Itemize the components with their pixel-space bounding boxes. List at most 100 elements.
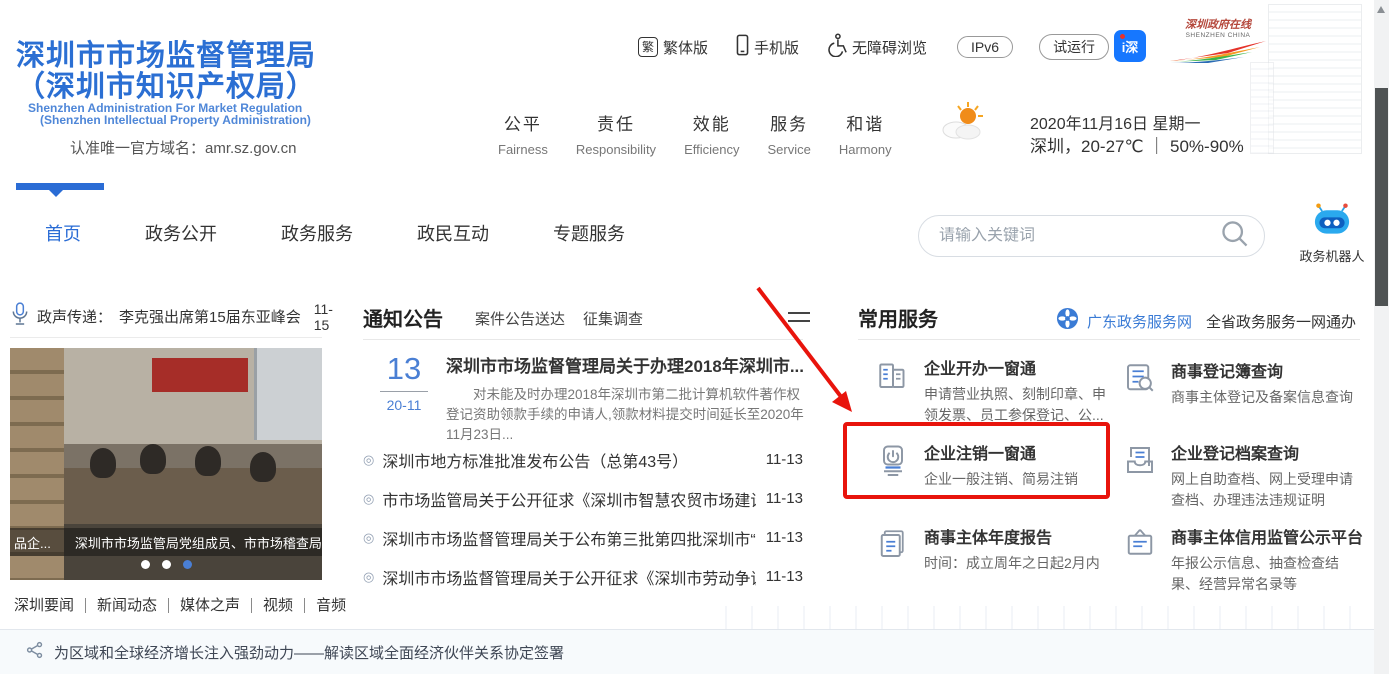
building-icon [875,357,911,393]
photo-decor [90,448,116,478]
flower-icon [1056,307,1079,335]
app-icon-dot [1120,34,1125,39]
notice-list: ◎ 深圳市地方标准批准发布公告（总第43号） 11-13 ◎ 市市场监管局关于公… [363,440,803,596]
app-icon-text: i深 [1122,37,1139,56]
carousel-image[interactable]: 品企... 深圳市市场监管局党组成员、市市场稽查局局 [10,348,322,580]
building-sketch-decor [1268,4,1362,154]
link-video[interactable]: 视频 [252,598,305,613]
value-responsibility: 责任Responsibility [576,110,656,157]
bullet-icon: ◎ [363,452,374,468]
notice-title: 深圳市市场监督管理局关于公开征求《深圳市劳动争议调... [382,565,755,589]
portal-name[interactable]: 广东政务服务网 [1087,311,1192,332]
photo-decor [140,444,166,474]
portal-note: 全省政务服务一网通办 [1206,311,1356,332]
power-icon [875,442,911,478]
site-logo-title2: （深圳市知识产权局） [16,63,316,105]
main-nav: 首页 政务公开 政务服务 政民互动 专题服务 [45,220,625,246]
official-domain-note: 认准唯一官方域名：amr.sz.gov.cn [70,137,296,158]
scrollbar-up-arrow[interactable] [1377,6,1385,13]
bullet-icon: ◎ [363,491,374,507]
voice-headline[interactable]: 李克强出席第15届东亚峰会 [119,306,301,327]
service-desc: 时间：成立周年之日起2月内 [924,553,1110,574]
link-news-updates[interactable]: 新闻动态 [86,598,169,613]
notice-row[interactable]: ◎ 市市场监管局关于公开征求《深圳市智慧农贸市场建设管... 11-13 [363,479,803,518]
traditional-label: 繁体版 [663,37,708,58]
page: 深圳市市场监督管理局 （深圳市知识产权局） Shenzhen Administr… [0,0,1389,674]
shenzhen-china-logo-text: 深圳政府在线 [1168,16,1268,32]
service-name: 企业注销一窗通 [924,440,1110,464]
accessibility-link[interactable]: 无障碍浏览 [827,33,927,61]
value-harmony: 和谐Harmony [839,110,892,157]
featured-month: 20-11 [378,397,430,413]
shenzhen-china-logo-sub: SHENZHEN CHINA [1168,32,1268,39]
weather-info: 深圳，20-27℃ ｜ 50%-90% [1030,132,1244,157]
ledger-search-icon [1122,360,1158,396]
carousel-caption-prev[interactable]: 品企... [14,533,51,552]
featured-notice-date: 13 20-11 [378,352,430,445]
gov-robot-button[interactable]: 政务机器人 [1296,203,1368,265]
link-media-voice[interactable]: 媒体之声 [169,598,252,613]
carousel-caption[interactable]: 深圳市市场监管局党组成员、市市场稽查局局 [75,533,322,552]
i-shenzhen-app-icon[interactable]: i深 [1114,30,1146,62]
service-item-annual-report[interactable]: 商事主体年度报告 时间：成立周年之日起2月内 [875,524,1110,574]
phone-icon [736,34,749,60]
notice-row[interactable]: ◎ 深圳市市场监督管理局关于公布第三批第四批深圳市“放... 11-13 [363,518,803,557]
service-item-business-opening[interactable]: 企业开办一窗通 申请营业执照、刻制印章、申领发票、员工参保登记、公... [875,355,1110,426]
nav-item-gov-services[interactable]: 政务服务 [281,220,353,246]
link-shenzhen-news[interactable]: 深圳要闻 [12,598,86,613]
service-name: 商事主体信用监管公示平台 [1171,524,1363,548]
notice-row[interactable]: ◎ 深圳市市场监督管理局关于公开征求《深圳市劳动争议调... 11-13 [363,557,803,596]
trial-run-badge[interactable]: 试运行 [1039,34,1109,60]
notice-row[interactable]: ◎ 深圳市地方标准批准发布公告（总第43号） 11-13 [363,440,803,479]
accessibility-label: 无障碍浏览 [852,37,927,58]
share-icon [26,641,44,664]
site-logo-en2: (Shenzhen Intellectual Property Administ… [40,113,311,127]
building-sketch-decor [1250,62,1274,154]
ticker-text[interactable]: 为区域和全球经济增长注入强劲动力——解读区域全面经济伙伴关系协定签署 [54,642,564,663]
service-name: 商事主体年度报告 [924,524,1110,548]
value-efficiency: 效能Efficiency [684,110,739,157]
service-desc: 企业一般注销、简易注销 [924,469,1110,490]
service-item-registry-search[interactable]: 商事登记簿查询 商事主体登记及备案信息查询 [1122,358,1357,408]
services-section-title: 常用服务 [858,303,938,332]
notice-title: 深圳市市场监督管理局关于公布第三批第四批深圳市“放... [382,526,755,550]
ipv6-badge[interactable]: IPv6 [957,36,1013,58]
divider [858,339,1360,340]
scrollbar-thumb[interactable] [1375,88,1388,306]
nav-item-gov-info[interactable]: 政务公开 [145,220,217,246]
search-input[interactable] [939,227,1220,245]
carousel-dot-2[interactable] [162,560,171,569]
service-item-archive-search[interactable]: 企业登记档案查询 网上自助查档、网上受理申请查档、办理违法违规证明 [1122,440,1357,511]
active-tab-indicator [16,183,104,190]
mobile-version-link[interactable]: 手机版 [736,34,799,60]
robot-icon [1310,226,1354,243]
link-audio[interactable]: 音频 [305,598,357,613]
carousel-dot-1[interactable] [141,560,150,569]
service-name: 企业登记档案查询 [1171,440,1357,464]
current-date: 2020年11月16日 星期一 [1030,110,1200,134]
utility-bar: 繁 繁体版 手机版 无障碍浏览 IPv6 试运行 [638,33,1109,61]
photo-decor [152,358,248,392]
notices-tab-case-announcements[interactable]: 案件公告送达 [475,308,565,329]
search-icon[interactable] [1220,219,1250,254]
service-name: 商事登记簿查询 [1171,358,1357,382]
traditional-version-link[interactable]: 繁 繁体版 [638,37,708,58]
photo-decor [195,446,221,476]
nav-item-home[interactable]: 首页 [45,220,81,246]
service-item-credit-platform[interactable]: 商事主体信用监管公示平台 年报公示信息、抽查检查结果、经营异常名录等 [1122,524,1363,595]
featured-notice-title[interactable]: 深圳市市场监督管理局关于办理2018年深圳市... [446,352,806,377]
photo-decor [250,452,276,482]
wheelchair-icon [827,33,847,61]
service-item-business-deregistration[interactable]: 企业注销一窗通 企业一般注销、简易注销 [875,440,1110,490]
report-icon [875,526,911,562]
featured-notice[interactable]: 13 20-11 深圳市市场监督管理局关于办理2018年深圳市... 对未能及时… [378,352,806,445]
scrollbar-track [1374,0,1389,674]
featured-notice-summary: 对未能及时办理2018年深圳市第二批计算机软件著作权登记资助领款手续的申请人,领… [446,385,806,445]
notices-more-icon[interactable] [788,312,810,328]
carousel-dot-3-active[interactable] [183,560,192,569]
service-desc: 网上自助查档、网上受理申请查档、办理违法违规证明 [1171,469,1357,511]
nav-item-interaction[interactable]: 政民互动 [417,220,489,246]
service-name: 企业开办一窗通 [924,355,1110,379]
notices-tab-surveys[interactable]: 征集调查 [583,308,643,329]
nav-item-special[interactable]: 专题服务 [553,220,625,246]
